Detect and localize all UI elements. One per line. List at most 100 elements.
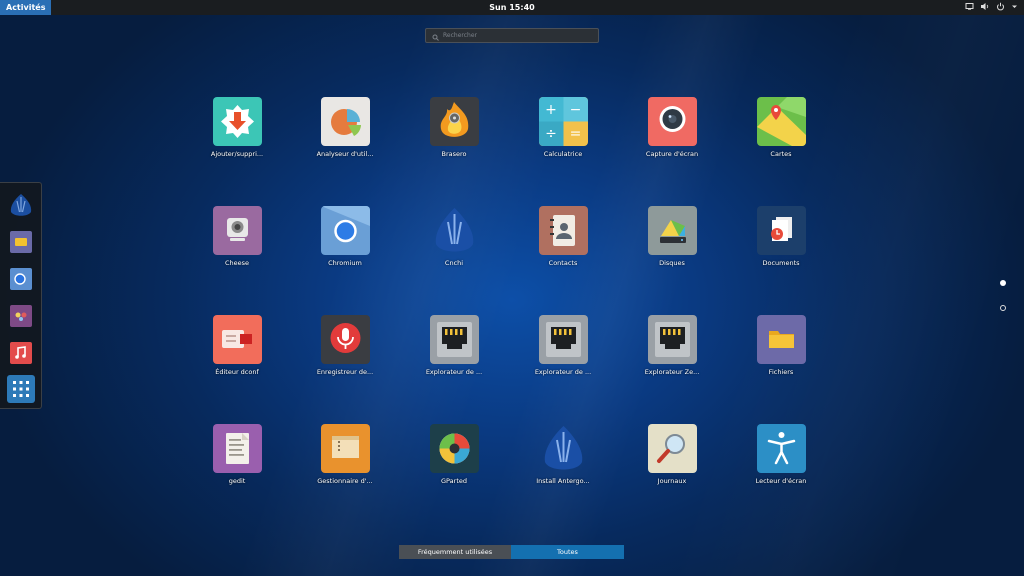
- archive-manager-icon: [320, 424, 370, 473]
- app-tile[interactable]: Cnchi: [404, 206, 504, 276]
- disks-icon: [647, 206, 697, 255]
- dash: [0, 182, 42, 409]
- app-tile[interactable]: Contacts: [513, 206, 613, 276]
- gedit-icon: [212, 424, 262, 473]
- app-tile[interactable]: Journaux: [622, 424, 722, 494]
- frequent-apps-button[interactable]: Fréquemment utilisées: [399, 545, 511, 559]
- app-label: Install Antergo...: [536, 477, 590, 485]
- calculator-icon: + − ÷ =: [538, 97, 588, 146]
- install-antergos-icon: [539, 424, 588, 473]
- app-label: Disques: [659, 259, 685, 267]
- app-tile[interactable]: Explorateur Ze...: [622, 315, 722, 385]
- dconf-editor-icon: [212, 315, 262, 364]
- app-tile[interactable]: Éditeur dconf: [187, 315, 287, 385]
- dock-cnchi[interactable]: [7, 191, 35, 219]
- search-box[interactable]: [425, 28, 599, 43]
- app-label: Enregistreur de...: [316, 368, 374, 376]
- search-icon: [432, 26, 439, 45]
- app-tile[interactable]: Cartes: [731, 97, 831, 167]
- grid-icon: [13, 381, 29, 397]
- screen-reader-icon: [756, 424, 806, 473]
- app-tile[interactable]: Ajouter/suppri...: [187, 97, 287, 167]
- app-tile[interactable]: Brasero: [404, 97, 504, 167]
- app-label: GParted: [441, 477, 467, 485]
- svg-text:=: =: [569, 126, 581, 142]
- app-label: Explorateur Ze...: [644, 368, 700, 376]
- app-tile[interactable]: Install Antergo...: [513, 424, 613, 494]
- app-tile[interactable]: GParted: [404, 424, 504, 494]
- contacts-icon: [538, 206, 588, 255]
- app-label: gedit: [228, 477, 246, 485]
- chevron-down-icon[interactable]: [1011, 2, 1018, 11]
- cheese-icon: [212, 206, 262, 255]
- network-icon[interactable]: [965, 2, 974, 11]
- app-label: Fichiers: [768, 368, 794, 376]
- chromium-icon: [320, 206, 370, 255]
- maps-icon: [756, 97, 806, 146]
- app-tile[interactable]: gedit: [187, 424, 287, 494]
- all-apps-button[interactable]: Toutes: [511, 545, 624, 559]
- network-explorer-icon: [647, 315, 697, 364]
- clock[interactable]: Sun 15:40: [0, 3, 1024, 12]
- app-label: Cartes: [770, 150, 792, 158]
- files-icon: [756, 315, 806, 364]
- app-label: Analyseur d'util...: [316, 150, 374, 158]
- svg-text:+: +: [545, 102, 557, 118]
- dock-cheese[interactable]: [7, 302, 35, 330]
- app-label: Documents: [762, 259, 800, 267]
- app-tile[interactable]: Lecteur d'écran: [731, 424, 831, 494]
- cnchi-icon: [430, 206, 479, 255]
- sound-recorder-icon: [320, 315, 370, 364]
- app-tile[interactable]: Gestionnaire d'...: [295, 424, 395, 494]
- show-applications-button[interactable]: [7, 375, 35, 403]
- search-input[interactable]: [443, 32, 593, 39]
- app-tile[interactable]: Enregistreur de...: [295, 315, 395, 385]
- dock-files[interactable]: [7, 228, 35, 256]
- svg-text:÷: ÷: [545, 126, 557, 142]
- folder-icon: [10, 231, 32, 253]
- gparted-icon: [429, 424, 479, 473]
- disk-usage-analyzer-icon: [320, 97, 370, 146]
- chromium-icon: [10, 268, 32, 290]
- power-icon[interactable]: [996, 2, 1005, 11]
- top-bar: Activités Sun 15:40: [0, 0, 1024, 15]
- app-label: Ajouter/suppri...: [210, 150, 264, 158]
- app-tile[interactable]: Cheese: [187, 206, 287, 276]
- documents-icon: [756, 206, 806, 255]
- app-label: Cnchi: [444, 259, 464, 267]
- app-tile[interactable]: Documents: [731, 206, 831, 276]
- app-label: Journaux: [657, 477, 687, 485]
- app-label: Chromium: [328, 259, 362, 267]
- app-tile[interactable]: Disques: [622, 206, 722, 276]
- logs-icon: [647, 424, 697, 473]
- app-tile[interactable]: Fichiers: [731, 315, 831, 385]
- app-label: Cheese: [224, 259, 250, 267]
- svg-text:−: −: [569, 102, 581, 118]
- network-explorer-icon: [429, 315, 479, 364]
- app-label: Éditeur dconf: [215, 368, 259, 376]
- page-indicator-2[interactable]: [1000, 305, 1006, 311]
- app-tile[interactable]: Chromium: [295, 206, 395, 276]
- cnchi-icon: [10, 194, 32, 216]
- system-tray[interactable]: [965, 2, 1018, 11]
- app-label: Calculatrice: [543, 150, 583, 158]
- app-label: Contacts: [548, 259, 578, 267]
- music-icon: [10, 342, 32, 364]
- app-tile[interactable]: Analyseur d'util...: [295, 97, 395, 167]
- app-label: Capture d'écran: [645, 150, 699, 158]
- app-label: Lecteur d'écran: [755, 477, 807, 485]
- app-tile[interactable]: Explorateur de ...: [404, 315, 504, 385]
- cheese-icon: [10, 305, 32, 327]
- dock-music[interactable]: [7, 339, 35, 367]
- dock-chromium[interactable]: [7, 265, 35, 293]
- volume-icon[interactable]: [980, 2, 990, 11]
- app-label: Brasero: [441, 150, 467, 158]
- app-label: Explorateur de ...: [425, 368, 483, 376]
- brasero-icon: [429, 97, 479, 146]
- add-remove-icon: [212, 97, 262, 146]
- app-tile[interactable]: + − ÷ = Calculatrice: [513, 97, 613, 167]
- app-tile[interactable]: Explorateur de ...: [513, 315, 613, 385]
- app-tile[interactable]: Capture d'écran: [622, 97, 722, 167]
- page-indicator-1[interactable]: [1000, 280, 1006, 286]
- app-label: Explorateur de ...: [534, 368, 592, 376]
